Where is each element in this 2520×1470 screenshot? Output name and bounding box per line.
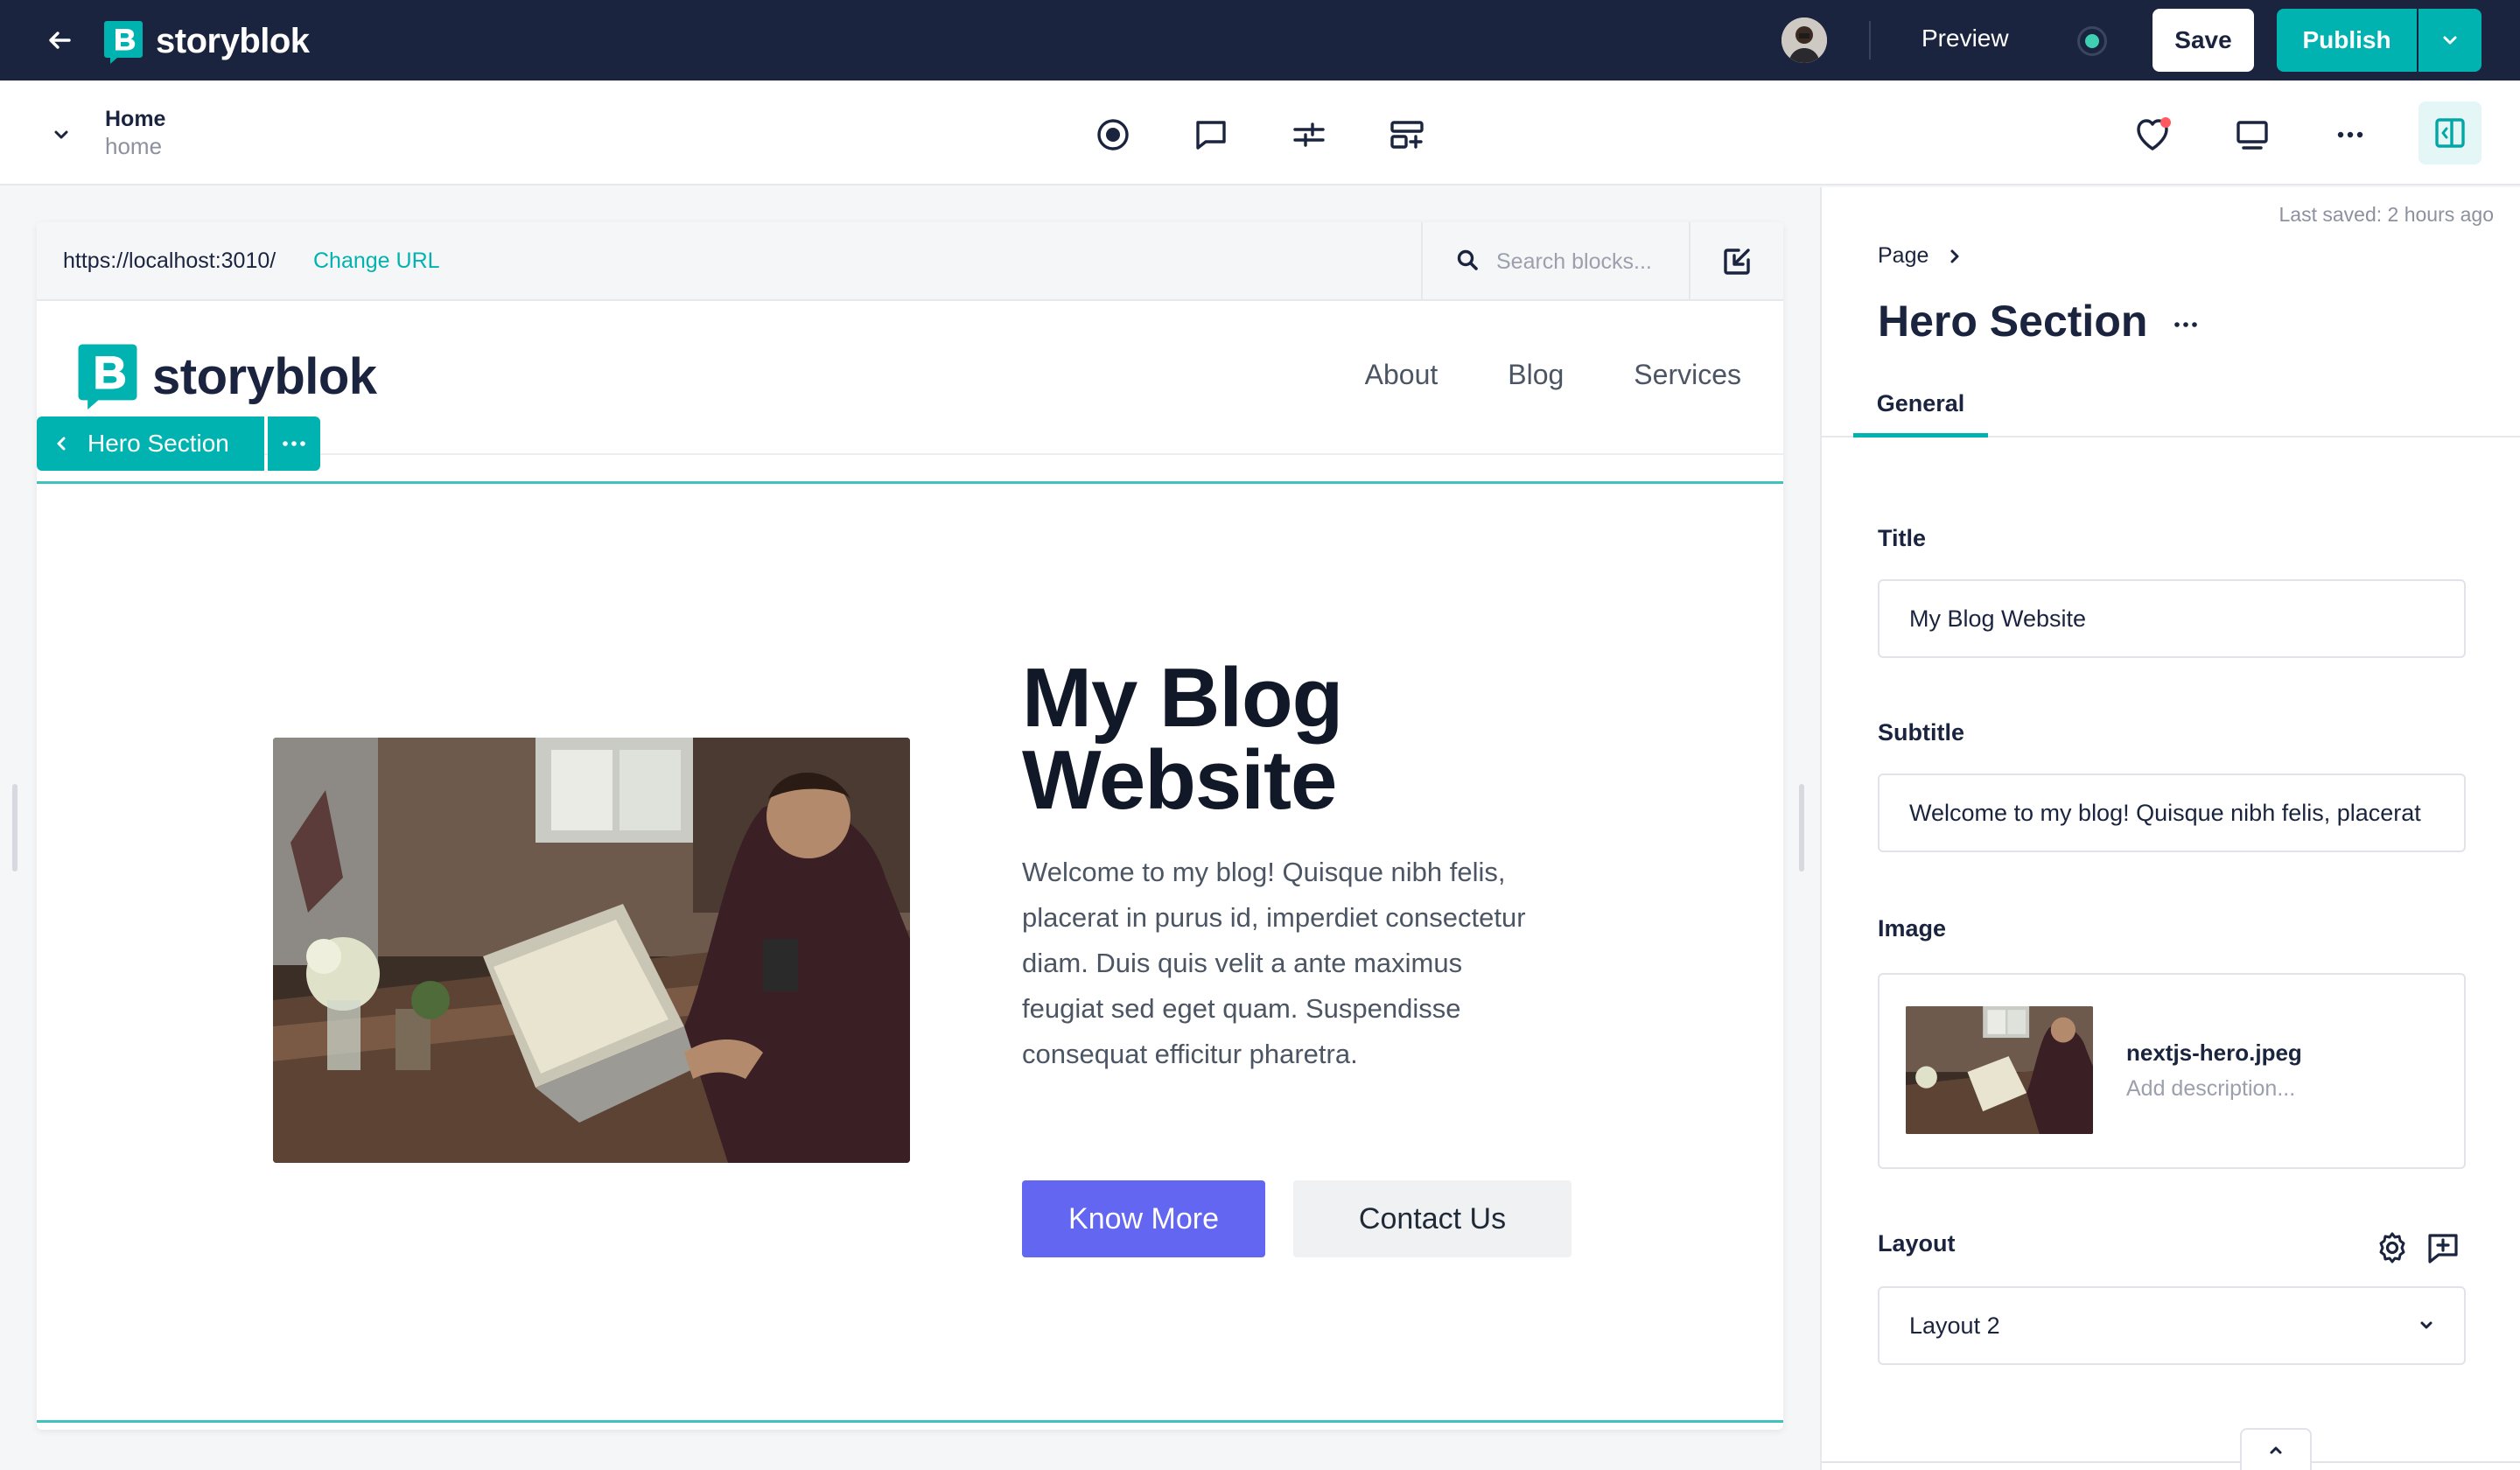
- publish-options-chevron-icon[interactable]: [2418, 9, 2482, 72]
- add-comment-icon[interactable]: [2424, 1228, 2462, 1267]
- contact-us-button[interactable]: Contact Us: [1293, 1180, 1572, 1257]
- comment-icon[interactable]: [1190, 114, 1232, 156]
- search-blocks[interactable]: [1421, 222, 1690, 301]
- block-more-icon[interactable]: [267, 416, 320, 471]
- search-blocks-input[interactable]: [1496, 248, 1671, 275]
- chevron-down-icon: [2420, 1321, 2432, 1329]
- block-options-icon[interactable]: [2168, 312, 2203, 338]
- site-logo[interactable]: storyblok: [77, 341, 377, 411]
- block-tag-button[interactable]: Hero Section: [37, 416, 264, 471]
- image-field-label: Image: [1878, 915, 1947, 942]
- layout-select[interactable]: Layout 2: [1878, 1286, 2466, 1365]
- title-field-label: Title: [1878, 525, 1927, 551]
- story-slug: home: [105, 133, 163, 159]
- block-title: Hero Section: [1878, 297, 2148, 346]
- resize-handle-right[interactable]: [1799, 784, 1804, 872]
- publish-button[interactable]: Publish: [2277, 9, 2417, 72]
- field-settings-gear-icon[interactable]: [2373, 1228, 2412, 1267]
- topbar-divider: [1869, 21, 1871, 60]
- tab-general[interactable]: General: [1853, 383, 1988, 438]
- top-bar: storyblok Preview Save Publish: [0, 0, 2520, 80]
- selected-block-tag: Hero Section: [37, 416, 320, 471]
- image-thumbnail[interactable]: [1906, 1006, 2093, 1134]
- url-bar: https://localhost:3010/ Change URL: [37, 222, 1783, 301]
- site-brand-name: storyblok: [152, 347, 377, 405]
- change-url-link[interactable]: Change URL: [313, 248, 440, 274]
- hero-subtitle: Welcome to my blog! Quisque nibh felis, …: [1022, 857, 1526, 1069]
- breadcrumb[interactable]: Page: [1878, 243, 1960, 269]
- title-field[interactable]: [1878, 579, 2466, 658]
- last-saved-status: Last saved: 2 hours ago: [2278, 203, 2495, 226]
- more-options-icon[interactable]: [2329, 114, 2371, 156]
- desktop-view-icon[interactable]: [2231, 114, 2273, 156]
- panel-tabs: General: [1822, 383, 2520, 438]
- status-indicator-icon[interactable]: [2077, 26, 2107, 56]
- image-filename: nextjs-hero.jpeg: [2126, 1040, 2302, 1066]
- layout-select-value: Layout 2: [1909, 1312, 2000, 1339]
- block-tag-label: Hero Section: [88, 430, 229, 457]
- nav-blog[interactable]: Blog: [1508, 359, 1564, 391]
- subtitle-field[interactable]: [1878, 774, 2466, 852]
- chevron-right-icon: [1950, 249, 1959, 262]
- storyblok-logo[interactable]: storyblok: [103, 19, 310, 64]
- brand-name: storyblok: [156, 21, 310, 60]
- preview-frame: https://localhost:3010/ Change URL story…: [37, 222, 1783, 1430]
- chevron-up-icon[interactable]: [2240, 1428, 2312, 1470]
- hero-title: My Blog Website: [1022, 651, 1343, 827]
- preview-url: https://localhost:3010/: [63, 248, 276, 273]
- open-editor-icon[interactable]: [1690, 222, 1783, 301]
- save-button[interactable]: Save: [2152, 9, 2254, 72]
- nav-about[interactable]: About: [1365, 359, 1438, 391]
- resize-handle-left[interactable]: [12, 784, 18, 872]
- favorite-heart-icon[interactable]: [2133, 114, 2175, 156]
- add-block-icon[interactable]: [1386, 114, 1428, 156]
- chevron-down-icon[interactable]: [46, 119, 77, 150]
- panel-bottom-strip: [1822, 1461, 2520, 1470]
- preview-link[interactable]: Preview: [1922, 24, 2009, 52]
- settings-sliders-icon[interactable]: [1288, 114, 1330, 156]
- image-field[interactable]: nextjs-hero.jpeg Add description...: [1878, 973, 2466, 1169]
- hero-image: [273, 738, 910, 1163]
- search-icon: [1456, 248, 1479, 276]
- subtitle-field-label: Subtitle: [1878, 719, 1964, 746]
- image-description-field[interactable]: Add description...: [2126, 1076, 2295, 1102]
- content-panel: Last saved: 2 hours ago Page Hero Sectio…: [1820, 187, 2520, 1470]
- know-more-button[interactable]: Know More: [1022, 1180, 1265, 1257]
- user-avatar[interactable]: [1782, 18, 1827, 63]
- breadcrumb-page: Page: [1878, 243, 1929, 268]
- chevron-left-icon: [57, 437, 66, 451]
- back-arrow-icon[interactable]: [42, 23, 77, 58]
- hero-section[interactable]: My Blog Website Welcome to my blog! Quis…: [37, 481, 1783, 1423]
- toggle-panel-icon[interactable]: [2418, 102, 2482, 164]
- layout-field-label: Layout: [1878, 1230, 1956, 1256]
- story-toolbar: Home home: [0, 80, 2520, 186]
- target-icon[interactable]: [1092, 114, 1134, 156]
- nav-services[interactable]: Services: [1634, 359, 1741, 391]
- story-name[interactable]: Home: [105, 107, 165, 132]
- site-nav: About Blog Services: [1365, 359, 1741, 391]
- site-logo-icon: [78, 344, 137, 410]
- storyblok-logo-icon: [103, 19, 144, 64]
